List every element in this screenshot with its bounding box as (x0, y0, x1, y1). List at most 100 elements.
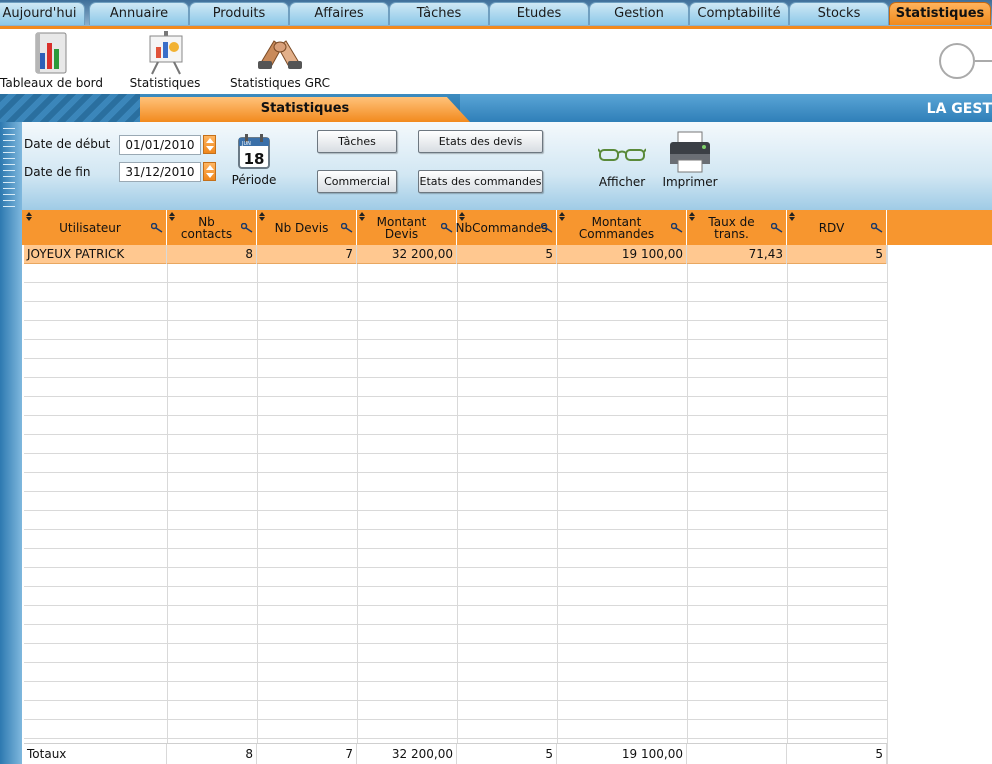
table-row[interactable] (24, 492, 887, 511)
table-row[interactable] (24, 264, 887, 283)
sort-up-icon (259, 212, 265, 216)
filter-key-icon[interactable] (151, 223, 163, 233)
sort-up-icon (559, 212, 565, 216)
table-row[interactable] (24, 359, 887, 378)
crm-statistics-button[interactable]: Statistiques GRC (228, 29, 332, 91)
filter-key-icon[interactable] (241, 223, 253, 233)
presentation-board-icon (149, 31, 183, 75)
tab-aujourdhui[interactable]: Aujourd'hui (0, 2, 85, 25)
banner-stripes (0, 94, 140, 122)
filter-key-icon[interactable] (871, 223, 883, 233)
table-row[interactable] (24, 606, 887, 625)
column-header[interactable]: Nb Devis (257, 210, 357, 245)
column-header[interactable]: Montant Commandes (557, 210, 687, 245)
crm-statistics-label: Statistiques GRC (229, 76, 331, 90)
filter-key-icon[interactable] (541, 223, 553, 233)
sort-up-icon (789, 212, 795, 216)
table-row[interactable] (24, 473, 887, 492)
table-row[interactable] (24, 340, 887, 359)
orders-status-button[interactable]: Etats des commandes (418, 170, 543, 193)
table-row[interactable] (24, 454, 887, 473)
table-row[interactable] (24, 283, 887, 302)
dashboard-label: Tableaux de bord (0, 76, 104, 90)
tab-gestion[interactable]: Gestion (589, 2, 689, 25)
dashboard-button[interactable]: Tableaux de bord (0, 29, 104, 91)
start-date-spinner[interactable] (203, 135, 216, 154)
sort-down-icon (359, 217, 365, 221)
table-row[interactable] (24, 549, 887, 568)
table-row[interactable] (24, 701, 887, 720)
table-cell: 5 (457, 245, 557, 264)
period-button[interactable]: JUN 18 Période (228, 128, 280, 188)
table-row[interactable] (24, 682, 887, 701)
tab-comptabilite[interactable]: Comptabilité (689, 2, 789, 25)
commercial-button[interactable]: Commercial (317, 170, 397, 193)
end-date-field[interactable]: 31/12/2010 (119, 162, 201, 182)
table-row[interactable] (24, 587, 887, 606)
tab-annuaire[interactable]: Annuaire (89, 2, 189, 25)
tab-taches[interactable]: Tâches (389, 2, 489, 25)
show-button[interactable]: Afficher (592, 142, 652, 190)
table-row[interactable] (24, 720, 887, 739)
table-row[interactable] (24, 321, 887, 340)
calendar-day: 18 (244, 150, 265, 168)
strip-line (3, 164, 15, 165)
strip-line (3, 200, 15, 201)
column-header[interactable]: RDV (787, 210, 887, 245)
tab-etudes[interactable]: Etudes (489, 2, 589, 25)
print-button[interactable]: Imprimer (658, 130, 722, 190)
totals-cell: 8 (167, 744, 257, 764)
tasks-button[interactable]: Tâches (317, 130, 397, 153)
column-header-label: RDV (818, 220, 845, 235)
table-row[interactable] (24, 530, 887, 549)
column-header-label: Nb Devis (274, 220, 329, 235)
table-cell: JOYEUX PATRICK (24, 245, 167, 264)
table-cell: 71,43 (687, 245, 787, 264)
column-header[interactable]: Utilisateur (24, 210, 167, 245)
quotes-status-button[interactable]: Etats des devis (418, 130, 543, 153)
table-row[interactable] (24, 644, 887, 663)
tab-stocks[interactable]: Stocks (789, 2, 889, 25)
table-cell: 19 100,00 (557, 245, 687, 264)
filter-key-icon[interactable] (671, 223, 683, 233)
sort-down-icon (559, 217, 565, 221)
end-date-spinner[interactable] (203, 162, 216, 181)
table-cell: 5 (787, 245, 887, 264)
icon-toolbar: Tableaux de bord Statistiques Statistiqu… (0, 29, 992, 94)
strip-line (3, 140, 15, 141)
strip-line (3, 146, 15, 147)
print-label: Imprimer (662, 175, 718, 189)
column-header[interactable]: Nb contacts (167, 210, 257, 245)
table-row[interactable] (24, 435, 887, 454)
sort-up-icon (169, 212, 175, 216)
statistics-button[interactable]: Statistiques (126, 29, 204, 91)
strip-line (3, 128, 15, 129)
left-side-strip (0, 122, 22, 764)
strip-line (3, 206, 15, 207)
start-date-label: Date de début (24, 137, 111, 151)
column-header[interactable]: Taux de trans. (687, 210, 787, 245)
page-title: Statistiques (260, 101, 350, 116)
table-row[interactable] (24, 378, 887, 397)
column-header[interactable]: Montant Devis (357, 210, 457, 245)
filter-key-icon[interactable] (771, 223, 783, 233)
strip-line (3, 158, 15, 159)
table-row[interactable] (24, 397, 887, 416)
filter-key-icon[interactable] (341, 223, 353, 233)
totals-cell: 5 (787, 744, 887, 764)
table-row[interactable] (24, 302, 887, 321)
sort-down-icon (26, 217, 32, 221)
table-row[interactable] (24, 625, 887, 644)
sort-down-icon (789, 217, 795, 221)
table-row[interactable] (24, 416, 887, 435)
column-header[interactable]: NbCommandes (456, 210, 557, 245)
table-row[interactable]: JOYEUX PATRICK 8 7 32 200,00 5 19 100,00 71,43… (24, 245, 887, 264)
table-row[interactable] (24, 568, 887, 587)
tab-produits[interactable]: Produits (189, 2, 289, 25)
table-row[interactable] (24, 663, 887, 682)
tab-statistiques[interactable]: Statistiques (889, 2, 991, 25)
column-divider (887, 245, 888, 764)
start-date-field[interactable]: 01/01/2010 (119, 135, 201, 155)
table-row[interactable] (24, 511, 887, 530)
tab-affaires[interactable]: Affaires (289, 2, 389, 25)
